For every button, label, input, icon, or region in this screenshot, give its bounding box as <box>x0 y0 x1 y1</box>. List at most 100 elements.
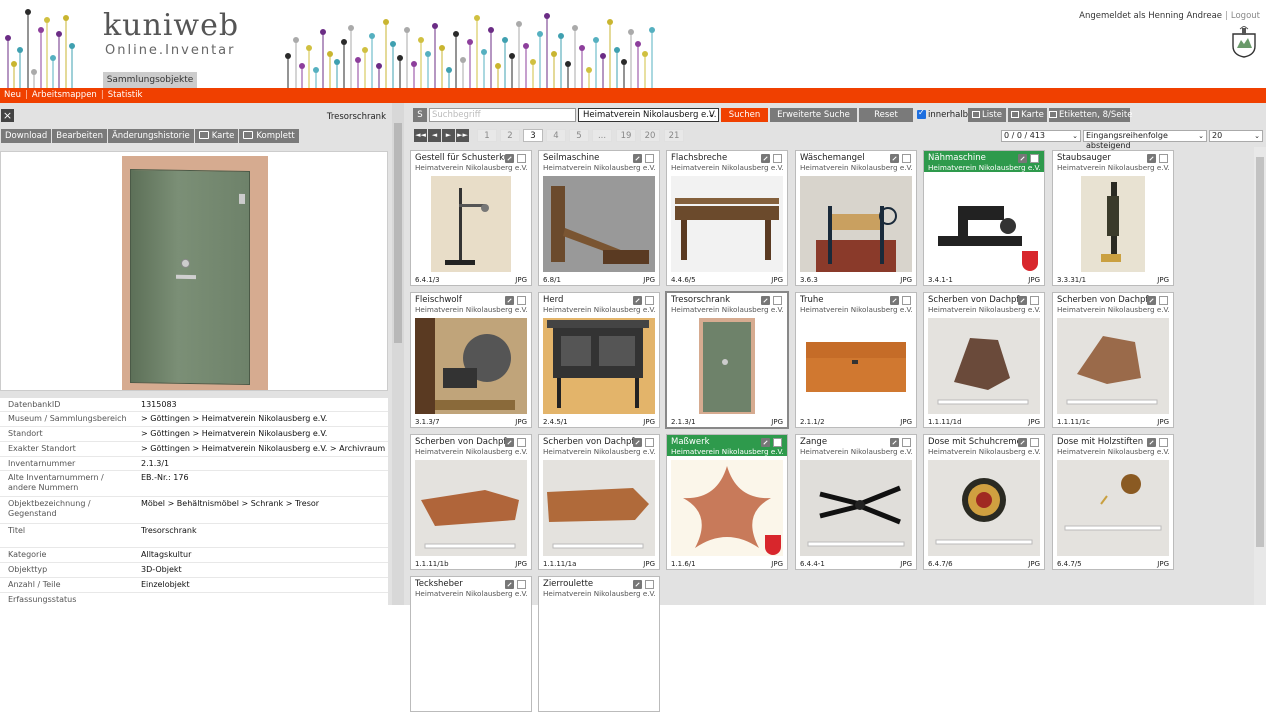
select-checkbox[interactable] <box>902 154 911 163</box>
select-checkbox[interactable] <box>517 296 526 305</box>
card-thumbnail[interactable] <box>1057 318 1169 414</box>
edit-icon[interactable] <box>633 580 642 589</box>
result-card[interactable]: Nähmaschine Heimatverein Nikolausberg e.V… <box>923 150 1045 286</box>
card-thumbnail[interactable] <box>928 460 1040 556</box>
select-checkbox[interactable] <box>1030 438 1039 447</box>
logout-link[interactable]: Logout <box>1231 11 1260 21</box>
result-card[interactable]: Wäschemangel Heimatverein Nikolausberg e.… <box>795 150 917 286</box>
select-checkbox[interactable] <box>645 580 654 589</box>
range-select[interactable]: 0 / 0 / 413 ⌄ <box>1001 130 1081 142</box>
card-thumbnail[interactable] <box>415 176 527 272</box>
select-checkbox[interactable] <box>773 438 782 447</box>
download-button[interactable]: Download <box>1 129 52 143</box>
card-thumbnail[interactable] <box>928 318 1040 414</box>
edit-icon[interactable] <box>505 580 514 589</box>
select-checkbox[interactable] <box>645 154 654 163</box>
search-s-button[interactable]: S <box>413 108 427 122</box>
bearbeiten-button[interactable]: Bearbeiten <box>52 129 107 143</box>
card-thumbnail[interactable] <box>543 318 655 414</box>
edit-icon[interactable] <box>890 438 899 447</box>
card-thumbnail[interactable] <box>800 176 912 272</box>
komplett-button[interactable]: Komplett <box>239 129 299 143</box>
result-card[interactable]: Dose mit Schuhcreme Heimatverein Nikolaus… <box>923 434 1045 570</box>
detail-image[interactable] <box>0 151 388 391</box>
prev-page-button[interactable]: ◄ <box>428 129 441 142</box>
select-checkbox[interactable] <box>902 438 911 447</box>
karte-list-button[interactable]: Karte <box>1008 108 1047 122</box>
museum-select[interactable]: Heimatverein Nikolausberg e.V. ⌄ <box>578 108 719 122</box>
card-thumbnail[interactable] <box>671 176 783 272</box>
select-checkbox[interactable] <box>1030 154 1039 163</box>
page-button[interactable]: 3 <box>523 129 543 142</box>
select-checkbox[interactable] <box>645 296 654 305</box>
liste-button[interactable]: Liste <box>968 108 1006 122</box>
result-card[interactable]: Flachsbreche Heimatverein Nikolausberg e.… <box>666 150 788 286</box>
card-thumbnail[interactable] <box>415 460 527 556</box>
card-thumbnail[interactable] <box>543 460 655 556</box>
card-thumbnail[interactable] <box>671 318 783 414</box>
select-checkbox[interactable] <box>517 580 526 589</box>
page-button[interactable]: 21 <box>664 129 684 142</box>
result-card[interactable]: Zierroulette Heimatverein Nikolausberg e.… <box>538 576 660 712</box>
page-button[interactable]: 1 <box>477 129 497 142</box>
select-checkbox[interactable] <box>517 438 526 447</box>
result-card[interactable]: Scherben von DachpfanneHeimatverein Niko… <box>538 434 660 570</box>
innerhalb-checkbox[interactable] <box>917 108 926 119</box>
edit-icon[interactable] <box>1018 296 1027 305</box>
detail-scroll-thumb[interactable] <box>394 123 402 343</box>
detail-scrollbar[interactable] <box>392 103 404 605</box>
select-checkbox[interactable] <box>1159 296 1168 305</box>
edit-icon[interactable] <box>890 154 899 163</box>
edit-icon[interactable] <box>505 438 514 447</box>
edit-icon[interactable] <box>505 296 514 305</box>
result-card[interactable]: Gestell für SchusterkugelHeimatverein Ni… <box>410 150 532 286</box>
result-card[interactable]: Maßwerk Heimatverein Nikolausberg e.V. 1.1… <box>666 434 788 570</box>
select-checkbox[interactable] <box>773 154 782 163</box>
page-button[interactable]: 20 <box>640 129 660 142</box>
edit-icon[interactable] <box>633 438 642 447</box>
result-card[interactable]: Fleischwolf Heimatverein Nikolausberg e.V… <box>410 292 532 428</box>
card-thumbnail[interactable] <box>800 318 912 414</box>
search-input[interactable]: Suchbegriff <box>429 108 576 122</box>
last-page-button[interactable]: ►► <box>456 129 469 142</box>
erweiterte-suche-button[interactable]: Erweiterte Suche <box>770 108 857 122</box>
tab-sammlungsobjekte[interactable]: Sammlungsobjekte <box>103 72 197 88</box>
select-checkbox[interactable] <box>1159 438 1168 447</box>
result-card[interactable]: Tecksheber Heimatverein Nikolausberg e.V. <box>410 576 532 712</box>
result-card[interactable]: Scherben von DachpfanneHeimatverein Niko… <box>1052 292 1174 428</box>
result-card[interactable]: Staubsauger Heimatverein Nikolausberg e.V… <box>1052 150 1174 286</box>
page-button[interactable]: 4 <box>546 129 566 142</box>
edit-icon[interactable] <box>633 296 642 305</box>
select-checkbox[interactable] <box>773 296 782 305</box>
result-card[interactable]: Truhe Heimatverein Nikolausberg e.V. 2.1.1… <box>795 292 917 428</box>
suchen-button[interactable]: Suchen <box>721 108 768 122</box>
edit-icon[interactable] <box>1147 154 1156 163</box>
result-card[interactable]: Herd Heimatverein Nikolausberg e.V. 2.4.5/… <box>538 292 660 428</box>
sort-select[interactable]: Eingangsreihenfolge absteigend ⌄ <box>1083 130 1207 150</box>
select-checkbox[interactable] <box>517 154 526 163</box>
edit-icon[interactable] <box>633 154 642 163</box>
nav-arbeitsmappen[interactable]: Arbeitsmappen <box>28 90 101 100</box>
results-scroll-thumb[interactable] <box>1256 157 1264 547</box>
result-card[interactable]: Dose mit Holzstiften Heimatverein Nikolau… <box>1052 434 1174 570</box>
card-thumbnail[interactable] <box>1057 176 1169 272</box>
card-thumbnail[interactable] <box>543 176 655 272</box>
select-checkbox[interactable] <box>902 296 911 305</box>
edit-icon[interactable] <box>1147 296 1156 305</box>
edit-icon[interactable] <box>1147 438 1156 447</box>
etiketten-button[interactable]: Etiketten, 8/Seite <box>1049 108 1132 122</box>
result-card[interactable]: Scherben von DachpfanneHeimatverein Niko… <box>410 434 532 570</box>
page-button[interactable]: 19 <box>616 129 636 142</box>
edit-icon[interactable] <box>890 296 899 305</box>
first-page-button[interactable]: ◄◄ <box>414 129 427 142</box>
edit-icon[interactable] <box>761 296 770 305</box>
page-button[interactable]: ... <box>592 129 612 142</box>
next-page-button[interactable]: ► <box>442 129 455 142</box>
perpage-select[interactable]: 20 ⌄ <box>1209 130 1263 142</box>
card-thumbnail[interactable] <box>1057 460 1169 556</box>
result-card[interactable]: Scherben von DachpfanneHeimatverein Niko… <box>923 292 1045 428</box>
page-button[interactable]: 5 <box>569 129 589 142</box>
select-checkbox[interactable] <box>1030 296 1039 305</box>
edit-icon[interactable] <box>761 154 770 163</box>
page-button[interactable]: 2 <box>500 129 520 142</box>
